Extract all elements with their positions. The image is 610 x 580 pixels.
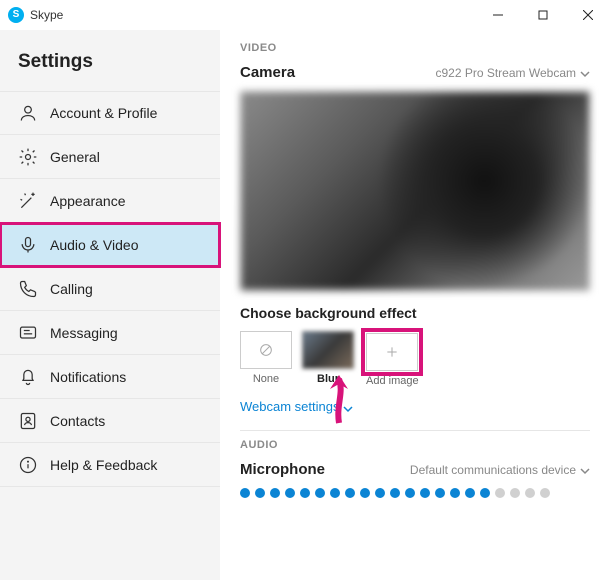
meter-dot: [360, 488, 370, 498]
phone-icon: [18, 279, 38, 299]
webcam-settings-label: Webcam settings: [240, 399, 339, 414]
microphone-dropdown[interactable]: Default communications device: [410, 463, 590, 477]
bell-icon: [18, 367, 38, 387]
meter-dot: [465, 488, 475, 498]
gear-icon: [18, 147, 38, 167]
camera-value: c922 Pro Stream Webcam: [435, 66, 576, 80]
meter-dot: [285, 488, 295, 498]
sidebar-item-message[interactable]: Messaging: [0, 311, 220, 355]
chevron-down-icon: [580, 68, 590, 78]
blur-tile[interactable]: [302, 331, 354, 369]
sidebar-item-label: Account & Profile: [50, 105, 157, 121]
sidebar-item-label: Appearance: [50, 193, 126, 209]
sidebar-item-label: Help & Feedback: [50, 457, 157, 473]
meter-dot: [495, 488, 505, 498]
add-tile[interactable]: [366, 333, 418, 371]
sidebar-item-mic[interactable]: Audio & Video: [0, 223, 220, 267]
microphone-value: Default communications device: [410, 463, 576, 477]
microphone-row[interactable]: Microphone Default communications device: [240, 461, 590, 478]
camera-row[interactable]: Camera c922 Pro Stream Webcam: [240, 64, 590, 81]
meter-dot: [375, 488, 385, 498]
titlebar-left: S Skype: [8, 7, 63, 23]
meter-dot: [405, 488, 415, 498]
audio-section-label: AUDIO: [240, 439, 590, 451]
sidebar-item-person[interactable]: Account & Profile: [0, 91, 220, 135]
skype-logo-icon: S: [8, 7, 24, 23]
meter-dot: [270, 488, 280, 498]
background-effects: None Blur Add image: [240, 331, 590, 389]
message-icon: [18, 323, 38, 343]
sidebar-item-label: Messaging: [50, 325, 118, 341]
meter-dot: [510, 488, 520, 498]
sidebar-item-label: Notifications: [50, 369, 126, 385]
wand-icon: [18, 191, 38, 211]
camera-dropdown[interactable]: c922 Pro Stream Webcam: [435, 66, 590, 80]
sidebar-item-contacts[interactable]: Contacts: [0, 399, 220, 443]
minimize-button[interactable]: [475, 0, 520, 30]
meter-dot: [540, 488, 550, 498]
microphone-level-meter: [240, 488, 590, 498]
meter-dot: [255, 488, 265, 498]
webcam-settings-link[interactable]: Webcam settings: [240, 399, 590, 414]
meter-dot: [435, 488, 445, 498]
meter-dot: [525, 488, 535, 498]
meter-dot: [330, 488, 340, 498]
effect-label: Add image: [366, 375, 419, 387]
sidebar-item-gear[interactable]: General: [0, 135, 220, 179]
sidebar-item-bell[interactable]: Notifications: [0, 355, 220, 399]
effect-label: Blur: [317, 373, 339, 385]
sidebar-item-label: Audio & Video: [50, 237, 138, 253]
settings-sidebar: Settings Account & Profile General Appeara…: [0, 30, 220, 580]
sidebar-item-wand[interactable]: Appearance: [0, 179, 220, 223]
meter-dot: [345, 488, 355, 498]
window-titlebar: S Skype: [0, 0, 610, 30]
window-title: Skype: [30, 8, 63, 22]
sidebar-item-label: Calling: [50, 281, 93, 297]
background-effect-add[interactable]: Add image: [364, 331, 421, 389]
meter-dot: [240, 488, 250, 498]
meter-dot: [390, 488, 400, 498]
chevron-down-icon: [343, 402, 353, 412]
mic-icon: [18, 235, 38, 255]
effect-label: None: [253, 373, 279, 385]
sidebar-item-label: General: [50, 149, 100, 165]
close-button[interactable]: [565, 0, 610, 30]
info-icon: [18, 455, 38, 475]
window-controls: [475, 0, 610, 30]
meter-dot: [480, 488, 490, 498]
background-effect-blur[interactable]: Blur: [302, 331, 354, 389]
sidebar-item-label: Contacts: [50, 413, 105, 429]
background-effect-heading: Choose background effect: [240, 305, 590, 321]
sidebar-item-info[interactable]: Help & Feedback: [0, 443, 220, 487]
contacts-icon: [18, 411, 38, 431]
microphone-label: Microphone: [240, 461, 325, 478]
meter-dot: [420, 488, 430, 498]
none-tile[interactable]: [240, 331, 292, 369]
chevron-down-icon: [580, 465, 590, 475]
settings-content: VIDEO Camera c922 Pro Stream Webcam Choo…: [220, 30, 610, 580]
maximize-button[interactable]: [520, 0, 565, 30]
camera-preview: [240, 91, 590, 291]
section-divider: [240, 430, 590, 431]
meter-dot: [450, 488, 460, 498]
person-icon: [18, 103, 38, 123]
sidebar-item-phone[interactable]: Calling: [0, 267, 220, 311]
meter-dot: [300, 488, 310, 498]
video-section-label: VIDEO: [240, 42, 590, 54]
meter-dot: [315, 488, 325, 498]
background-effect-none[interactable]: None: [240, 331, 292, 389]
settings-heading: Settings: [0, 37, 220, 91]
camera-label: Camera: [240, 64, 295, 81]
